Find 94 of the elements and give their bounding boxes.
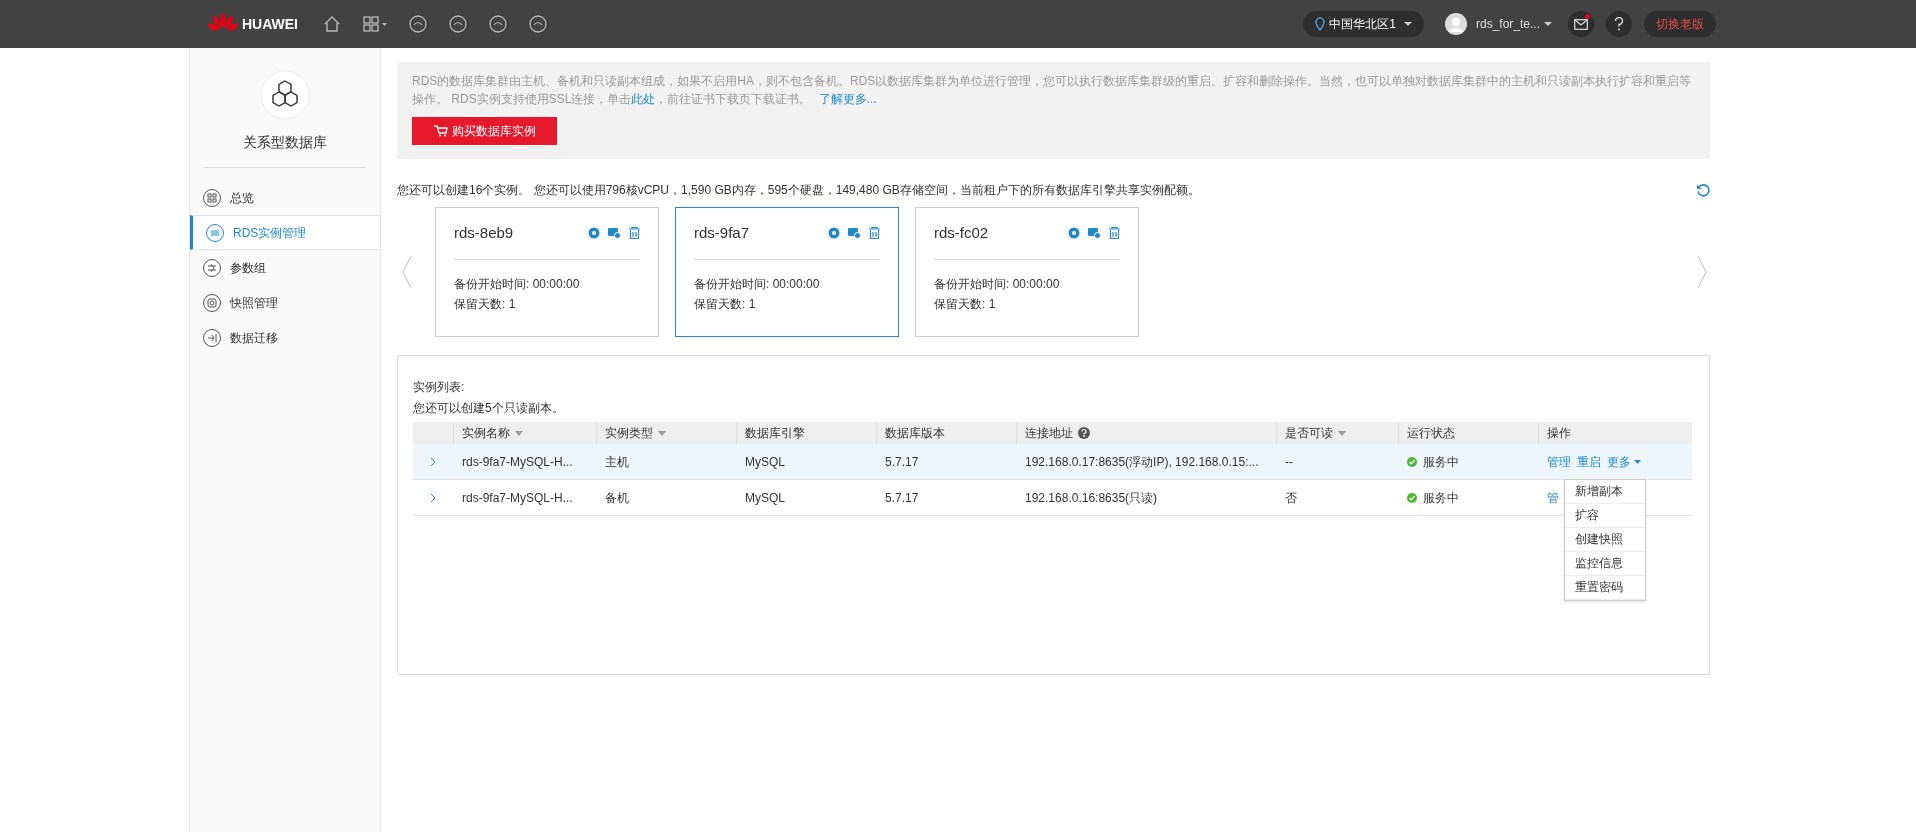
- caret-icon: [1634, 459, 1641, 464]
- menu-item[interactable]: 扩容: [1565, 503, 1645, 528]
- table-cell-text: MySQL: [744, 453, 786, 471]
- table-cell-text: 192.168.0.16:8635(只读): [1024, 489, 1159, 507]
- mail-icon: [1574, 18, 1588, 30]
- success-check-icon: [1407, 456, 1417, 467]
- replica-quota: 您还可以创建5个只读副本。: [413, 400, 565, 417]
- backup-time: 备份开始时间: 00:00:00: [454, 275, 581, 293]
- region-selector[interactable]: 中国华北区1: [1303, 11, 1424, 37]
- cluster-name: rds-fc02: [934, 223, 989, 243]
- menu-item[interactable]: 监控信息: [1565, 551, 1645, 576]
- buy-instance-button[interactable]: 购买数据库实例: [412, 117, 557, 145]
- sidebar-label: 参数组: [230, 259, 266, 277]
- action-link[interactable]: 重启: [1577, 452, 1601, 471]
- region-label: 中国华北区1: [1329, 16, 1396, 33]
- list-title: 实例列表:: [413, 379, 466, 396]
- action-link[interactable]: 管理: [1547, 452, 1571, 471]
- table-cell-text: 192.168.0.17:8635(浮动IP), 192.168.0.15:...: [1024, 453, 1260, 471]
- help-icon: [1078, 427, 1090, 439]
- sort-caret-icon[interactable]: [515, 430, 523, 436]
- caret-icon: [1544, 21, 1552, 27]
- help-button[interactable]: [1606, 11, 1632, 37]
- table-cell-text: 主机: [604, 453, 630, 471]
- table-cell-text: 否: [1284, 489, 1298, 507]
- cluster-card[interactable]: rds-9fa7 备份开始时间: 00:00:00 保留天数: 1: [675, 207, 899, 337]
- backup-icon[interactable]: [608, 227, 621, 240]
- location-pin-icon: [1315, 17, 1326, 31]
- avatar-icon[interactable]: [1443, 12, 1468, 36]
- retention-days: 保留天数: 1: [694, 293, 880, 314]
- action-link[interactable]: 管: [1547, 488, 1559, 507]
- backup-time: 备份开始时间: 00:00:00: [934, 275, 1061, 293]
- table-cell-text: MySQL: [744, 489, 786, 507]
- gear-icon[interactable]: [1068, 227, 1080, 240]
- table-cell-text: 5.7.17: [884, 453, 920, 471]
- cluster-name: rds-8eb9: [454, 223, 514, 243]
- sidebar-item[interactable]: 快照管理: [190, 285, 380, 320]
- cluster-card[interactable]: rds-8eb9 备份开始时间: 00:00:00 保留天数: 1: [435, 207, 659, 337]
- sidebar-label: 总览: [230, 189, 254, 207]
- trash-icon[interactable]: [1109, 227, 1120, 240]
- menu-item[interactable]: 创建快照: [1565, 527, 1645, 552]
- retention-days: 保留天数: 1: [454, 293, 640, 314]
- home-icon[interactable]: [322, 14, 342, 34]
- hexagon-logo-icon: [260, 70, 310, 120]
- grid-menu-icon[interactable]: [362, 14, 388, 34]
- expand-chevron-icon[interactable]: [430, 456, 436, 467]
- success-check-icon: [1407, 492, 1417, 503]
- cluster-card[interactable]: rds-fc02 备份开始时间: 00:00:00 保留天数: 1: [915, 207, 1139, 337]
- list-icon: [205, 222, 225, 243]
- user-name[interactable]: rds_for_te...: [1475, 15, 1540, 33]
- table-cell-text: --: [1284, 453, 1294, 471]
- action-link[interactable]: 更多: [1607, 452, 1641, 471]
- cluster-name: rds-9fa7: [694, 223, 750, 243]
- sidebar-item[interactable]: 总览: [190, 180, 380, 215]
- expand-chevron-icon[interactable]: [430, 492, 436, 503]
- certificate-link[interactable]: 此处: [631, 92, 656, 106]
- brand-name: HUAWEI: [242, 14, 298, 34]
- retention-days: 保留天数: 1: [934, 293, 1120, 314]
- sidebar-item[interactable]: 参数组: [190, 250, 380, 285]
- sidebar-item[interactable]: 数据迁移: [190, 320, 380, 355]
- menu-item[interactable]: 新增副本: [1565, 479, 1645, 504]
- sidebar-label: 快照管理: [230, 294, 278, 312]
- product-title: 关系型数据库: [243, 133, 327, 152]
- old-version-button[interactable]: 切换老版: [1644, 11, 1716, 37]
- notice-text: RDS的数据库集群由主机、备机和只读副本组成，如果不启用HA，则不包含备机。RDS以数据库集群为单位进行管理，您可以执行数据库集群级的重启、扩容和删除操作。当然，也可以单独对数据库集群中的主机和只读副本执行扩容和重启等操作。 RDS实例支持使用SSL连接，单击此处，前往证书下载页下载证书。 了解更多...: [412, 73, 1693, 108]
- parameter-icon: [202, 257, 222, 278]
- status-text: 服务中: [1423, 453, 1459, 471]
- table-cell-text: 备机: [604, 489, 630, 507]
- backup-icon[interactable]: [848, 227, 861, 240]
- table-cell-text: 5.7.17: [884, 489, 920, 507]
- backup-icon[interactable]: [1088, 227, 1101, 240]
- table-cell-text: rds-9fa7-MySQL-H...: [461, 489, 574, 507]
- trash-icon[interactable]: [869, 227, 880, 240]
- table-cell-text: rds-9fa7-MySQL-H...: [461, 453, 574, 471]
- trash-icon[interactable]: [629, 227, 640, 240]
- gear-icon[interactable]: [828, 227, 840, 240]
- help-icon: [1614, 17, 1624, 31]
- sidebar-label: 数据迁移: [230, 329, 278, 347]
- quota-text: 您还可以创建16个实例。 您还可以使用796核vCPU，1,590 GB内存，595个硬盘，149,480 GB存储空间，当前租户下的所有数据库引擎共享实例配额。: [397, 182, 1200, 199]
- migration-icon: [202, 327, 222, 348]
- menu-item[interactable]: 重置密码: [1565, 575, 1645, 600]
- refresh-icon[interactable]: [1696, 183, 1710, 197]
- dashboard-icon: [202, 187, 222, 208]
- backup-time: 备份开始时间: 00:00:00: [694, 275, 821, 293]
- caret-icon: [1403, 21, 1412, 27]
- cart-icon: [433, 125, 448, 137]
- sidebar-item[interactable]: RDS实例管理: [190, 215, 380, 250]
- status-text: 服务中: [1423, 489, 1459, 507]
- mail-button[interactable]: [1568, 11, 1594, 37]
- snapshot-icon: [202, 292, 222, 313]
- sort-caret-icon[interactable]: [658, 430, 666, 436]
- sidebar-label: RDS实例管理: [233, 224, 307, 242]
- gear-icon[interactable]: [588, 227, 600, 240]
- learn-more-link[interactable]: 了解更多...: [818, 92, 877, 106]
- sort-caret-icon[interactable]: [1338, 430, 1346, 436]
